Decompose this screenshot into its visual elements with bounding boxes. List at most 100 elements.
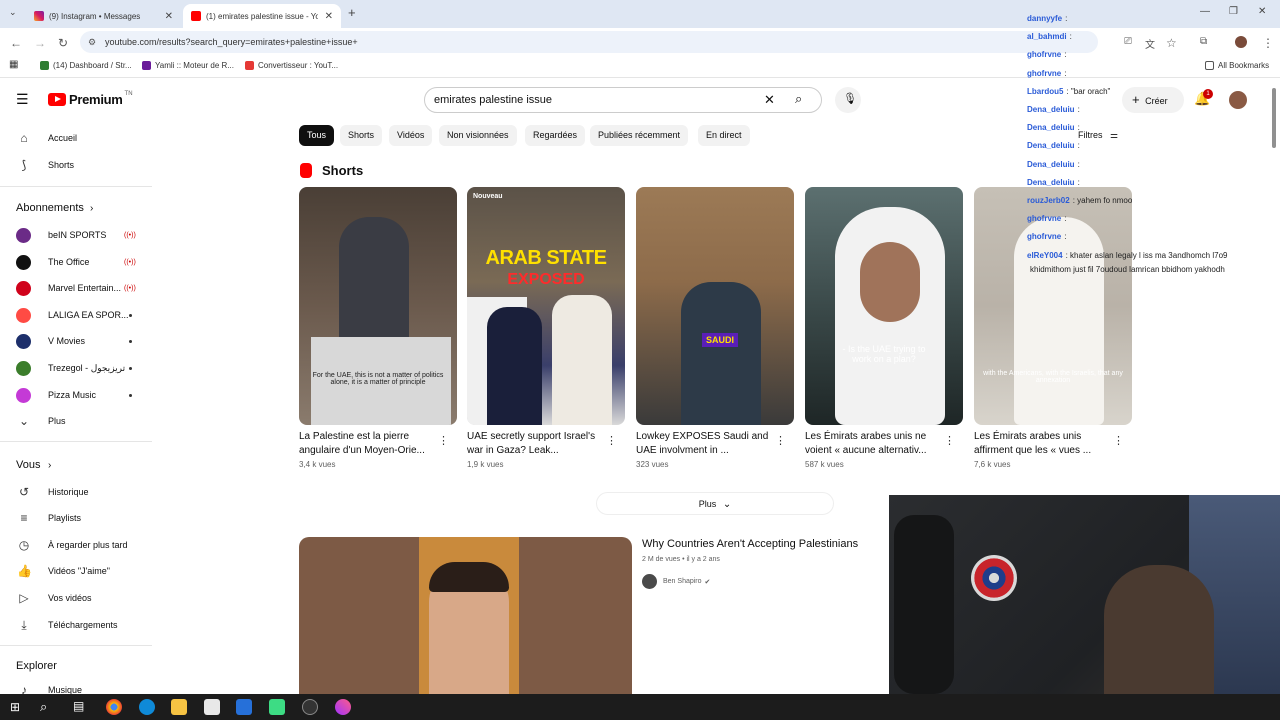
sidebar-item-history[interactable]: ↺ Historique — [0, 479, 150, 505]
more-options-icon[interactable]: ⋮ — [438, 434, 449, 447]
short-title[interactable]: UAE secretly support Israel's war in Gaz… — [467, 430, 607, 458]
sidebar-item-laliga[interactable]: LALIGA EA SPOR... — [0, 302, 150, 328]
start-icon[interactable]: ⊞ — [10, 700, 20, 714]
short-thumbnail[interactable]: For the UAE, this is not a matter of pol… — [299, 187, 457, 425]
messenger-icon[interactable] — [335, 699, 351, 715]
sidebar-item-more[interactable]: ⌄ Plus — [0, 408, 150, 434]
search-icon[interactable]: ⌕ — [40, 699, 47, 715]
minimize-button[interactable]: — — [1200, 6, 1210, 17]
chip-recent[interactable]: Publiées récemment — [590, 125, 689, 146]
profile-avatar[interactable] — [1235, 36, 1247, 48]
chrome-icon[interactable] — [106, 699, 122, 715]
app-icon[interactable] — [269, 699, 285, 715]
edge-icon[interactable] — [139, 699, 155, 715]
video-thumbnail[interactable] — [299, 537, 632, 694]
create-button[interactable]: + Créer — [1122, 87, 1184, 113]
short-card[interactable]: Nouveau ARAB STATE EXPOSED UAE secretly … — [467, 187, 625, 469]
sidebar-item-home[interactable]: ⌂ Accueil — [0, 125, 150, 151]
chip-all[interactable]: Tous — [299, 125, 335, 146]
media-player-icon[interactable] — [302, 699, 318, 715]
sidebar-item-playlists[interactable]: ≡ Playlists — [0, 505, 150, 531]
chip-shorts[interactable]: Shorts — [340, 125, 383, 146]
divider — [0, 441, 152, 442]
folder-icon — [1205, 61, 1214, 70]
you-heading[interactable]: Vous › — [0, 452, 150, 478]
filters-button[interactable]: Filtres ⚌ — [1078, 130, 1118, 141]
tab-search-icon[interactable]: ⌄ — [9, 7, 17, 18]
video-title[interactable]: Why Countries Aren't Accepting Palestini… — [642, 538, 858, 550]
video-channel[interactable]: Ben Shapiro ✔ — [642, 574, 710, 589]
scrollbar[interactable] — [1272, 88, 1276, 148]
hamburger-menu-icon[interactable]: ☰ — [16, 91, 29, 108]
subscriptions-heading[interactable]: Abonnements › — [0, 195, 150, 221]
clear-search-icon[interactable]: ✕ — [764, 88, 775, 112]
account-avatar[interactable] — [1229, 91, 1247, 109]
short-title[interactable]: Les Émirats arabes unis affirment que le… — [974, 430, 1114, 458]
bookmark-converter[interactable]: Convertisseur : YouT... — [245, 61, 338, 70]
bookmark-label: All Bookmarks — [1218, 61, 1270, 70]
translate-icon[interactable]: 文 — [1145, 36, 1155, 51]
more-options-icon[interactable]: ⋮ — [606, 434, 617, 447]
download-icon: ⤓ — [21, 618, 27, 632]
youtube-logo[interactable]: Premium TN — [48, 91, 133, 107]
sidebar-item-shorts[interactable]: ⟆ Shorts — [0, 152, 150, 178]
more-options-icon[interactable]: ⋮ — [775, 434, 786, 447]
short-thumbnail[interactable]: Nouveau ARAB STATE EXPOSED — [467, 187, 625, 425]
search-button[interactable]: ⌕ — [783, 87, 823, 113]
menu-dots-icon[interactable]: ⋮ — [1262, 36, 1274, 50]
site-info-icon[interactable]: ⚙ — [88, 31, 96, 53]
apps-grid-icon[interactable]: ▦ — [9, 59, 18, 70]
chip-live[interactable]: En direct — [698, 125, 750, 146]
reload-icon[interactable]: ↻ — [58, 36, 68, 50]
more-options-icon[interactable]: ⋮ — [944, 434, 955, 447]
chip-watched[interactable]: Regardées — [525, 125, 586, 146]
close-window-button[interactable]: ✕ — [1258, 6, 1266, 17]
bookmark-dashboard[interactable]: (14) Dashboard / Str... — [40, 61, 132, 70]
back-icon[interactable]: ← — [10, 36, 22, 50]
tab-youtube[interactable]: (1) emirates palestine issue - Yo ✕ — [183, 4, 341, 28]
app-icon[interactable] — [204, 699, 220, 715]
short-title[interactable]: Lowkey EXPOSES Saudi and UAE involvment … — [636, 430, 776, 458]
chat-message: khidmithom just fil 7oudoud lamrican bbi… — [1027, 265, 1225, 274]
url-input[interactable]: ⚙ youtube.com/results?search_query=emira… — [80, 31, 1098, 53]
short-card[interactable]: For the UAE, this is not a matter of pol… — [299, 187, 457, 469]
forward-icon[interactable]: → — [34, 36, 46, 50]
file-explorer-icon[interactable] — [171, 699, 187, 715]
sidebar-item-your-videos[interactable]: ▷ Vos vidéos — [0, 585, 150, 611]
short-thumbnail[interactable]: - Is the UAE trying to work on a plan? — [805, 187, 963, 425]
sidebar-item-pizza-music[interactable]: Pizza Music — [0, 382, 150, 408]
new-tab-button[interactable]: + — [348, 5, 356, 20]
short-card[interactable]: - Is the UAE trying to work on a plan? L… — [805, 187, 963, 469]
maximize-button[interactable]: ❐ — [1229, 6, 1238, 17]
more-options-icon[interactable]: ⋮ — [1113, 434, 1124, 447]
bookmark-yamli[interactable]: Yamli :: Moteur de R... — [142, 61, 234, 70]
install-icon[interactable]: ⎚ — [1124, 36, 1132, 47]
voice-search-button[interactable]: 🎙 — [835, 87, 861, 113]
bookmark-all[interactable]: All Bookmarks — [1205, 61, 1269, 70]
close-icon[interactable]: ✕ — [165, 11, 173, 22]
sidebar-item-liked[interactable]: 👍 Vidéos "J'aime" — [0, 558, 150, 584]
chat-username: Dena_deluiu — [1027, 105, 1075, 114]
tab-instagram[interactable]: (9) Instagram • Messages ✕ — [26, 4, 181, 28]
extensions-icon[interactable]: ⧉ — [1200, 36, 1207, 47]
mail-icon[interactable] — [236, 699, 252, 715]
task-view-icon[interactable]: ▤ — [73, 699, 84, 713]
close-icon[interactable]: ✕ — [325, 11, 333, 22]
show-more-button[interactable]: Plus ⌄ — [596, 492, 834, 515]
chip-unwatched[interactable]: Non visionnées — [439, 125, 517, 146]
sidebar-item-marvel[interactable]: Marvel Entertain... ((•)) — [0, 275, 150, 301]
sidebar-item-the-office[interactable]: The Office ((•)) — [0, 249, 150, 275]
short-title[interactable]: La Palestine est la pierre angulaire d'u… — [299, 430, 439, 458]
short-title[interactable]: Les Émirats arabes unis ne voient « aucu… — [805, 430, 945, 458]
sidebar-item-trezegol[interactable]: Trezegol - تريزيجول — [0, 355, 150, 381]
sidebar-item-watch-later[interactable]: ◷ À regarder plus tard — [0, 532, 150, 558]
short-thumbnail[interactable]: SAUDI — [636, 187, 794, 425]
sidebar-item-bein-sports[interactable]: beIN SPORTS ((•)) — [0, 222, 150, 248]
sidebar-item-v-movies[interactable]: V Movies — [0, 328, 150, 354]
short-card[interactable]: SAUDI Lowkey EXPOSES Saudi and UAE invol… — [636, 187, 794, 469]
search-input[interactable]: emirates palestine issue ✕ — [424, 87, 822, 113]
star-icon[interactable]: ☆ — [1166, 36, 1177, 50]
chip-videos[interactable]: Vidéos — [389, 125, 433, 146]
sidebar-item-downloads[interactable]: ⤓ Téléchargements — [0, 612, 150, 638]
short-card[interactable]: with the Americans, with the Israelis, t… — [974, 187, 1132, 469]
